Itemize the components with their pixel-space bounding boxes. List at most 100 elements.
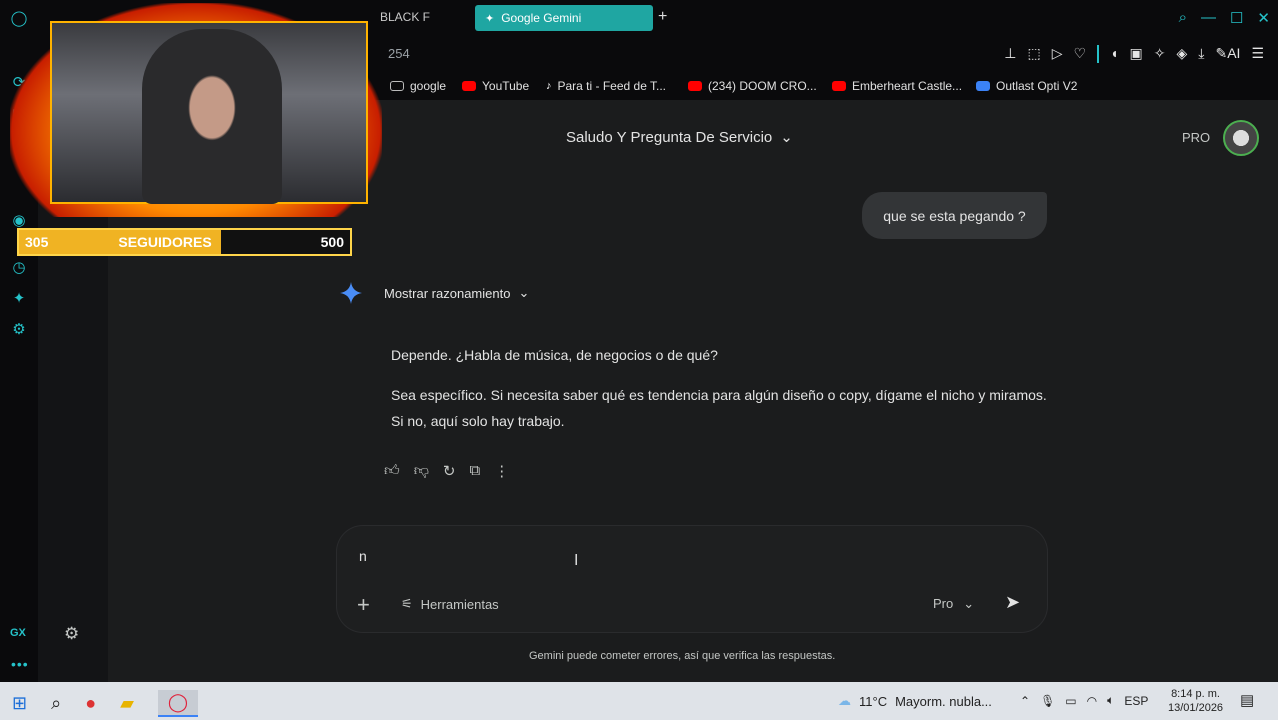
battery-icon[interactable]: ▭ <box>1065 694 1076 708</box>
bookmark-emberheart[interactable]: Emberheart Castle... <box>832 79 962 93</box>
player-icon[interactable]: ◖ <box>1110 45 1118 63</box>
send-icon[interactable]: ➤ <box>1005 592 1020 613</box>
notification-icon[interactable]: ▤ <box>1240 691 1254 709</box>
gemini-settings-icon[interactable]: ⚙ <box>64 624 79 644</box>
search-icon[interactable]: ⌕ <box>51 693 61 714</box>
thumbs-down-icon[interactable]: 👎︎ <box>414 462 429 480</box>
gemini-spark-icon <box>340 282 362 304</box>
app-icon[interactable]: ● <box>85 693 96 714</box>
followers-goal: 500 <box>320 234 344 250</box>
user-message-bubble: que se esta pegando ? <box>862 192 1047 239</box>
bookmark-doom[interactable]: (234) DOOM CRO... <box>688 79 817 93</box>
opera-gx-taskbar-icon[interactable]: ◯ <box>157 690 199 717</box>
language-indicator[interactable]: ESP <box>1124 694 1148 708</box>
menu-icon[interactable]: ☰ <box>1251 45 1264 63</box>
tab-google-gemini[interactable]: ✦ Google Gemini <box>475 5 653 31</box>
disclaimer: Gemini puede cometer errores, así que ve… <box>529 650 836 662</box>
screen: ◯ ⟳ ▤ ◉ ◷ ✦ ⚙ GX ••• BLACK F ✦ Google Ge… <box>0 0 1278 720</box>
new-tab-button[interactable]: + <box>658 8 667 26</box>
wifi-icon[interactable]: ◠ <box>1087 694 1097 708</box>
weather-widget[interactable]: ☁ 11°C Mayorm. nubla... <box>838 693 992 709</box>
maximize-icon[interactable]: ☐ <box>1230 9 1243 27</box>
gx-icon[interactable]: GX <box>10 627 26 639</box>
address-bar[interactable]: 254 <box>388 46 410 61</box>
follower-goal-bar: 305 SEGUIDORES 500 <box>17 228 352 256</box>
bookmark-outlast[interactable]: Outlast Opti V2 <box>976 79 1077 93</box>
tools-button[interactable]: ⚟ Herramientas <box>401 596 499 612</box>
history-icon[interactable]: ◷ <box>9 257 29 277</box>
followers-current: 305 <box>25 234 49 250</box>
ai-icon[interactable]: ✎AI <box>1215 45 1240 63</box>
close-icon[interactable]: ✕ <box>1257 9 1270 27</box>
followers-label: SEGUIDORES <box>118 234 212 250</box>
file-explorer-icon[interactable]: ▰ <box>120 693 134 714</box>
plan-badge: PRO <box>1182 130 1211 145</box>
chevron-down-icon: ⌄ <box>518 285 530 300</box>
edge-icon <box>976 81 990 91</box>
clock[interactable]: 8:14 p. m. 13/01/2026 <box>1168 687 1223 715</box>
toolbar-icons: ⊥ ⬚ ▷ ♡ ◖ ▣ ✧ ◈ ⤓ ✎AI ☰ <box>1004 45 1264 63</box>
vpn-icon[interactable]: ◈ <box>1176 45 1187 63</box>
gemini-tab-icon: ✦ <box>485 12 495 25</box>
system-tray: ⌃ 🎙︎ ▭ ◠ 🔈︎ ESP <box>1020 693 1148 708</box>
conversation-title[interactable]: Saludo Y Pregunta De Servicio ⌄ <box>566 128 793 147</box>
more-vert-icon[interactable]: ⋮ <box>494 462 509 480</box>
tab-label: Google Gemini <box>501 11 582 25</box>
tools-label: Herramientas <box>420 596 499 612</box>
copy-icon[interactable]: ⧉ <box>470 462 481 480</box>
chevron-down-icon: ⌄ <box>963 596 975 611</box>
bookmark-tiktok[interactable]: ♪ Para ti - Feed de T... <box>546 79 666 93</box>
model-selector[interactable]: Pro ⌄ <box>933 596 974 612</box>
bookmark-label: Para ti - Feed de T... <box>557 79 667 93</box>
conversation-title-text: Saludo Y Pregunta De Servicio <box>566 128 773 146</box>
webcam-feed <box>50 21 368 204</box>
add-attachment-icon[interactable]: + <box>357 592 370 618</box>
windows-taskbar: ⊞ ⌕ ● ▰ ◯ ☁ 11°C Mayorm. nubla... ⌃ 🎙︎ ▭… <box>0 682 1278 720</box>
show-reasoning-label: Mostrar razonamiento <box>384 285 511 301</box>
minimize-icon[interactable]: — <box>1201 9 1216 27</box>
prompt-input[interactable]: n <box>359 548 367 564</box>
show-reasoning-toggle[interactable]: Mostrar razonamiento ⌄ <box>384 285 529 301</box>
more-icon[interactable]: ••• <box>11 656 29 672</box>
ext-twitch-icon[interactable]: ▣ <box>1130 45 1143 63</box>
user-message-text: que se esta pegando ? <box>883 207 1026 224</box>
taskbar-apps: ⊞ ⌕ ● ▰ ◯ <box>12 690 199 717</box>
response-actions: 👍︎ 👎︎ ↻ ⧉ ⋮ <box>384 462 509 480</box>
settings-icon[interactable]: ⚙ <box>9 319 29 339</box>
play-icon[interactable]: ▷ <box>1052 45 1063 63</box>
search-icon[interactable]: ⌕ <box>1179 9 1187 27</box>
clock-date: 13/01/2026 <box>1168 702 1224 714</box>
toolbar-separator <box>1097 45 1100 63</box>
avatar[interactable] <box>1223 120 1259 156</box>
streamer-image <box>142 29 282 204</box>
regenerate-icon[interactable]: ↻ <box>443 462 456 480</box>
chevron-up-icon[interactable]: ⌃ <box>1020 694 1030 708</box>
chevron-down-icon: ⌄ <box>780 129 793 146</box>
download-icon[interactable]: ⤓ <box>1198 45 1204 63</box>
response-paragraph: Sea específico. Si necesita saber qué es… <box>391 387 1047 429</box>
heart-icon[interactable]: ♡ <box>1073 45 1086 63</box>
bookmark-google[interactable]: google <box>390 79 446 93</box>
windows-start-icon[interactable]: ⊞ <box>12 693 27 714</box>
microphone-icon[interactable]: 🎙︎ <box>1040 694 1055 708</box>
response-paragraph: Depende. ¿Habla de música, de negocios o… <box>391 347 718 363</box>
pin-icon[interactable]: ⊥ <box>1004 45 1016 63</box>
weather-temp: 11°C <box>859 693 888 709</box>
text-cursor-icon: I <box>574 552 579 569</box>
cloud-icon: ☁ <box>838 693 851 708</box>
tune-icon: ⚟ <box>401 596 413 611</box>
bookmark-label: google <box>410 79 447 93</box>
tab-partial[interactable]: BLACK F <box>380 10 430 24</box>
extensions-icon[interactable]: ✦ <box>9 288 29 308</box>
webcam-overlay <box>10 3 382 217</box>
bookmark-youtube[interactable]: YouTube <box>462 79 529 93</box>
prompt-composer[interactable]: n + ⚟ Herramientas Pro ⌄ ➤ <box>337 526 1047 632</box>
tiktok-icon: ♪ <box>546 80 552 92</box>
youtube-icon <box>832 81 846 91</box>
bookmark-label: Emberheart Castle... <box>852 79 963 93</box>
snapshot-icon[interactable]: ⬚ <box>1027 45 1040 63</box>
window-controls: ⌕ — ☐ ✕ <box>1179 9 1270 27</box>
thumbs-up-icon[interactable]: 👍︎ <box>384 462 400 480</box>
volume-icon[interactable]: 🔈︎ <box>1107 693 1114 708</box>
extensions-puzzle-icon[interactable]: ✧ <box>1154 45 1166 63</box>
